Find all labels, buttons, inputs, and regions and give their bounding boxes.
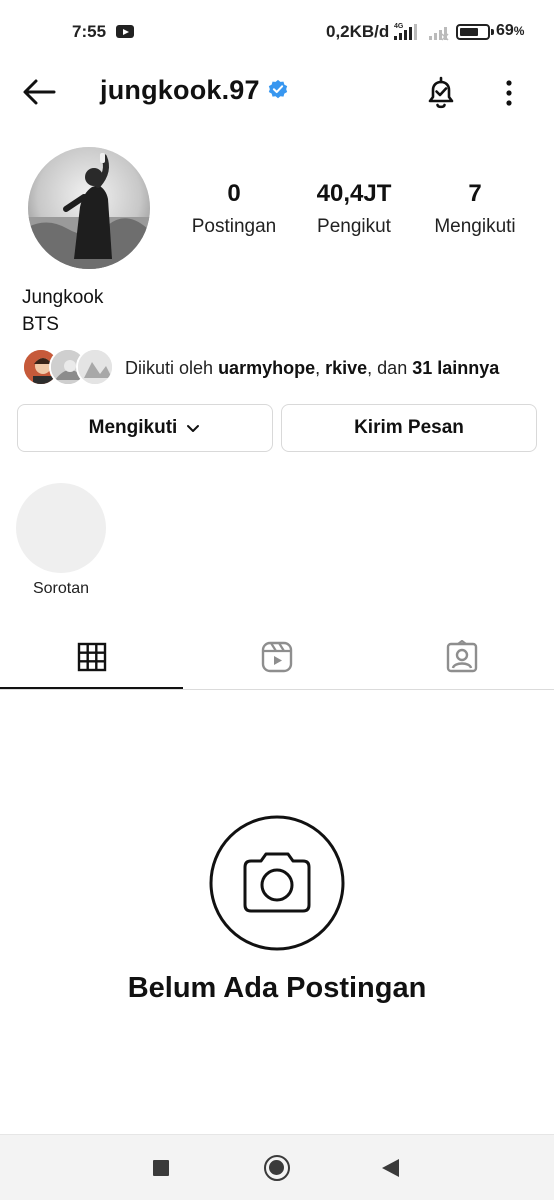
tagged-icon bbox=[446, 640, 478, 673]
battery-cap bbox=[491, 29, 494, 35]
battery-level bbox=[460, 28, 478, 36]
battery-icon bbox=[456, 24, 490, 40]
followers-count[interactable]: 40,4JT Pengikut bbox=[289, 180, 419, 238]
posts-count-value: 0 bbox=[227, 180, 241, 207]
avatar-photo bbox=[28, 147, 150, 269]
posts-count[interactable]: 0 Postingan bbox=[169, 180, 299, 238]
battery-percent: 69% bbox=[496, 22, 525, 39]
followed-by-prefix: Diikuti oleh bbox=[125, 358, 214, 378]
posts-count-label: Postingan bbox=[191, 216, 277, 237]
followed-by-text[interactable]: Diikuti oleh uarmyhope, rkive, dan 31 la… bbox=[125, 358, 499, 379]
profile-display-name: Jungkook bbox=[22, 287, 104, 308]
tab-posts-grid[interactable] bbox=[0, 625, 184, 689]
camera-icon bbox=[209, 815, 345, 951]
highlight-circle[interactable] bbox=[16, 483, 106, 573]
grid-icon bbox=[77, 642, 107, 672]
system-back-icon[interactable] bbox=[382, 1159, 399, 1177]
following-count-value: 7 bbox=[468, 180, 482, 207]
mutual-avatar bbox=[76, 348, 114, 386]
system-navigation-bar bbox=[0, 1134, 554, 1200]
more-options-icon[interactable] bbox=[496, 76, 522, 110]
home-icon[interactable] bbox=[264, 1155, 290, 1181]
following-dropdown-button[interactable]: Mengikuti bbox=[17, 404, 273, 452]
followed-by-separator: , bbox=[315, 358, 321, 378]
back-arrow-icon[interactable] bbox=[20, 76, 60, 108]
send-message-label: Kirim Pesan bbox=[354, 417, 464, 438]
followers-count-value: 40,4JT bbox=[316, 180, 392, 207]
recent-apps-icon[interactable] bbox=[153, 1160, 169, 1176]
profile-header: jungkook.97 bbox=[0, 62, 554, 122]
status-time: 7:55 bbox=[72, 22, 107, 41]
highlight-label: Sorotan bbox=[32, 580, 90, 597]
network-type-label: 4G bbox=[394, 23, 404, 30]
network-speed: 0,2KB/d bbox=[326, 22, 390, 41]
status-bar: 7:55 0,2KB/d 4G 69% bbox=[0, 0, 554, 62]
mutual-followers-avatars[interactable] bbox=[22, 348, 114, 388]
followers-count-label: Pengikut bbox=[317, 216, 391, 237]
mutual-username-2[interactable]: rkive bbox=[325, 358, 367, 378]
following-count[interactable]: 7 Mengikuti bbox=[410, 180, 540, 238]
signal-4g-icon: 4G bbox=[394, 23, 417, 40]
verified-badge-icon bbox=[268, 79, 288, 99]
notification-bell-icon[interactable] bbox=[422, 74, 460, 112]
profile-bio: BTS bbox=[22, 314, 59, 335]
profile-avatar[interactable] bbox=[28, 147, 150, 269]
tab-reels[interactable] bbox=[185, 625, 369, 689]
following-count-label: Mengikuti bbox=[434, 216, 516, 237]
signal-empty-icon bbox=[429, 27, 449, 41]
following-button-label: Mengikuti bbox=[88, 417, 178, 438]
empty-state-title: Belum Ada Postingan bbox=[127, 972, 427, 1004]
youtube-notification-icon bbox=[116, 25, 134, 38]
send-message-button[interactable]: Kirim Pesan bbox=[281, 404, 537, 452]
tab-tagged[interactable] bbox=[370, 625, 554, 689]
followed-by-conjunction: , dan bbox=[367, 358, 408, 378]
tab-divider bbox=[0, 689, 554, 690]
chevron-down-icon bbox=[187, 425, 200, 432]
mutual-username-1[interactable]: uarmyhope bbox=[218, 358, 315, 378]
profile-username: jungkook.97 bbox=[100, 75, 260, 105]
reels-icon bbox=[261, 641, 293, 673]
mutual-others-count[interactable]: 31 lainnya bbox=[412, 358, 499, 378]
